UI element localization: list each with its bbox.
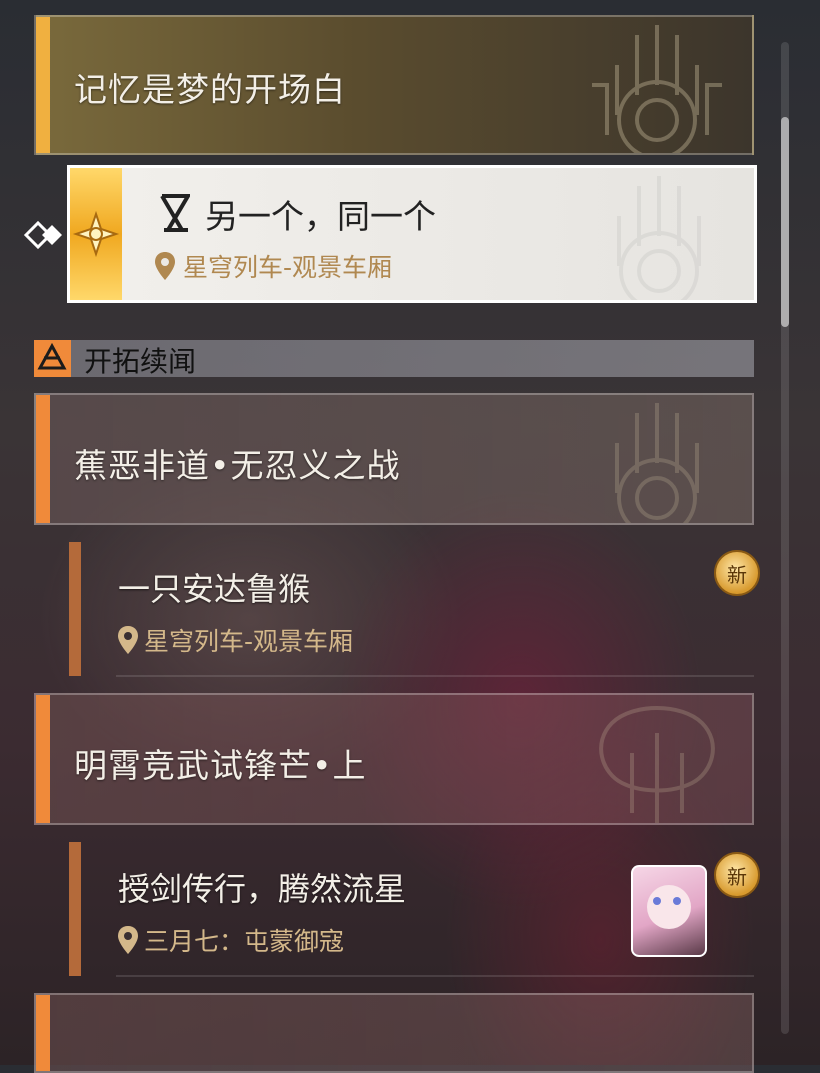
quest-title: 明霄竞武试锋芒•上 [74, 746, 367, 785]
quest-title: 记忆是梦的开场白 [74, 70, 346, 109]
quest-emblem-icon [617, 176, 701, 300]
location-text: 三月七：屯蒙御寇 [144, 927, 345, 956]
quest-title: 蕉恶非道•无忍义之战 [74, 446, 401, 485]
divider [116, 675, 754, 677]
quest-memory-header[interactable]: 记忆是梦的开场白 [34, 15, 754, 155]
section-header-trailblaze: 开拓续闻 [34, 340, 754, 378]
scrollbar-thumb[interactable] [781, 117, 789, 327]
quest-location: 星穹列车-观景车厢 [155, 248, 392, 284]
sub-accent-bar [69, 842, 81, 976]
quest-accent-bar [36, 995, 50, 1071]
character-avatar-icon [631, 865, 707, 957]
quest-list-panel: 记忆是梦的开场白 另一个，同一个 星穹列车-观景车厢 开拓续闻 蕉恶非道•无忍义… [24, 10, 760, 1073]
quest-location: 三月七：屯蒙御寇 [118, 922, 344, 958]
hourglass-icon [160, 194, 190, 232]
section-title: 开拓续闻 [84, 345, 197, 378]
quest-title: 另一个，同一个 [205, 197, 436, 236]
location-text: 星穹列车-观景车厢 [144, 627, 354, 656]
tracking-arrow-icon [24, 220, 62, 250]
quest-banana-header[interactable]: 蕉恶非道•无忍义之战 [34, 393, 754, 525]
sub-accent-bar [69, 542, 81, 676]
location-pin-icon [155, 252, 175, 280]
quest-xiaoyu-header[interactable]: 明霄竞武试锋芒•上 [34, 693, 754, 825]
star-badge-icon [72, 210, 120, 258]
quest-accent-bar [36, 695, 50, 823]
location-pin-icon [118, 626, 138, 654]
quest-emblem-icon [599, 706, 715, 823]
quest-emblem-icon [592, 25, 722, 153]
quest-partial-header[interactable] [34, 993, 754, 1073]
quest-another-selected[interactable]: 另一个，同一个 星穹列车-观景车厢 [67, 165, 757, 303]
trailblaze-icon-tile [34, 340, 71, 377]
trailblaze-icon [37, 342, 67, 370]
quest-monkey-item[interactable]: 一只安达鲁猴 星穹列车-观景车厢 新 [34, 540, 760, 678]
quest-accent-bar [36, 17, 50, 153]
quest-location: 星穹列车-观景车厢 [118, 622, 353, 658]
location-pin-icon [118, 926, 138, 954]
location-text: 星穹列车-观景车厢 [183, 253, 393, 282]
new-badge: 新 [714, 852, 760, 898]
quest-sword-item[interactable]: 授剑传行，腾然流星 三月七：屯蒙御寇 新 [34, 840, 760, 978]
divider [116, 975, 754, 977]
quest-accent-bar [36, 395, 50, 523]
quest-title: 一只安达鲁猴 [118, 570, 311, 608]
star-badge-tile [70, 168, 122, 300]
scrollbar-track[interactable] [781, 42, 789, 1034]
quest-title: 授剑传行，腾然流星 [118, 870, 407, 908]
new-badge: 新 [714, 550, 760, 596]
quest-emblem-icon [615, 403, 699, 523]
